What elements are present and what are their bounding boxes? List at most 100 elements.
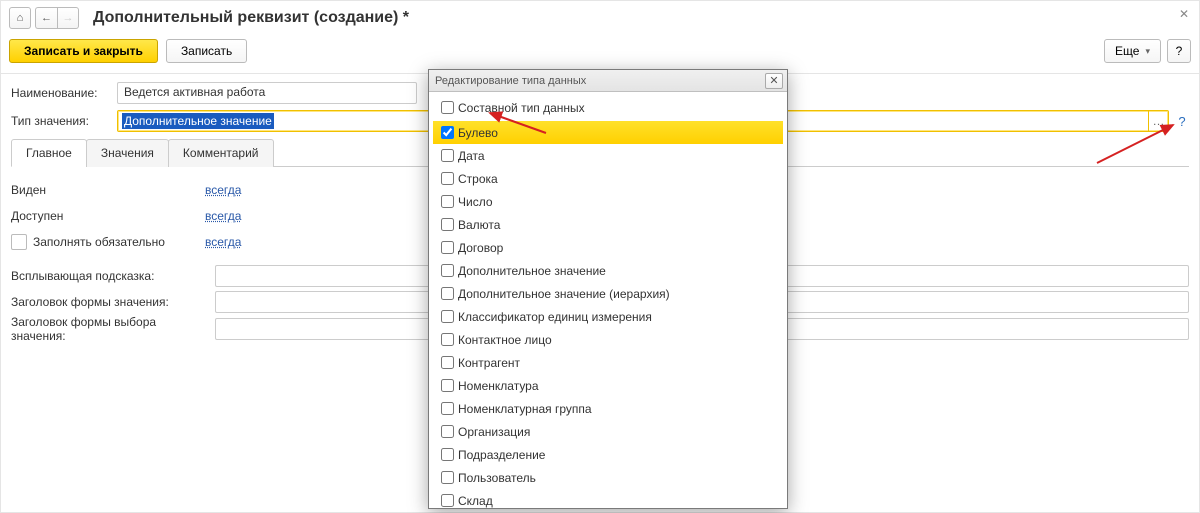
type-item-label: Пользователь [458,471,536,485]
arrow-left-icon: ← [41,12,52,24]
arrow-right-icon: → [63,12,74,24]
type-item-checkbox[interactable] [441,356,454,369]
required-link[interactable]: всегда [205,235,241,249]
type-item-label: Подразделение [458,448,545,462]
type-item[interactable]: Подразделение [433,443,783,466]
required-label: Заполнять обязательно [33,235,165,249]
more-button-label: Еще [1115,44,1139,58]
type-item[interactable]: Договор [433,236,783,259]
toolbar-right: Еще ▾ ? [1104,39,1191,63]
type-item-label: Булево [458,126,498,140]
type-item[interactable]: Организация [433,420,783,443]
type-item[interactable]: Классификатор единиц измерения [433,305,783,328]
type-item-label: Дата [458,149,485,163]
type-item[interactable]: Пользователь [433,466,783,489]
tab-main[interactable]: Главное [11,139,87,167]
available-label: Доступен [11,209,197,223]
tab-values[interactable]: Значения [86,139,169,167]
titlebar: ⌂ ← → Дополнительный реквизит (создание)… [1,1,1199,35]
type-item[interactable]: Контрагент [433,351,783,374]
type-item-checkbox[interactable] [441,264,454,277]
type-item[interactable]: Номенклатура [433,374,783,397]
nav-pair: ← → [35,7,79,29]
type-item[interactable]: Валюта [433,213,783,236]
home-button[interactable]: ⌂ [9,7,31,29]
name-label: Наименование: [11,86,111,100]
type-label: Тип значения: [11,114,111,128]
type-item[interactable]: Склад [433,489,783,508]
type-item-checkbox[interactable] [441,494,454,507]
type-item-checkbox[interactable] [441,379,454,392]
type-item-checkbox[interactable] [441,471,454,484]
visible-link[interactable]: всегда [205,183,241,197]
nav-buttons: ⌂ ← → [9,7,79,29]
type-item-label: Дополнительное значение (иерархия) [458,287,670,301]
type-item-label: Число [458,195,493,209]
composite-label: Составной тип данных [458,101,585,115]
name-input[interactable]: Ведется активная работа [117,82,417,104]
type-item-label: Организация [458,425,530,439]
required-group: Заполнять обязательно [11,234,197,250]
type-item[interactable]: Дополнительное значение (иерархия) [433,282,783,305]
window-close-button[interactable]: ✕ [1179,7,1189,21]
type-item-checkbox[interactable] [441,310,454,323]
home-icon: ⌂ [17,12,24,24]
type-item-label: Дополнительное значение [458,264,606,278]
type-help-button[interactable]: ? [1175,114,1189,129]
type-input-value: Дополнительное значение [122,113,274,129]
type-item-checkbox[interactable] [441,448,454,461]
type-item[interactable]: Дата [433,144,783,167]
type-item-checkbox[interactable] [441,402,454,415]
type-item-label: Классификатор единиц измерения [458,310,652,324]
type-item[interactable]: Контактное лицо [433,328,783,351]
dialog-body: Составной тип данных Булево Дата Строка Чис… [429,92,787,508]
chevron-down-icon: ▾ [1145,46,1150,57]
ellipsis-icon: … [1153,114,1165,128]
window-title: Дополнительный реквизит (создание) * [93,9,409,27]
type-item-label: Строка [458,172,498,186]
type-item[interactable]: Дополнительное значение [433,259,783,282]
toolbar-left: Записать и закрыть Записать [9,39,247,63]
forward-button[interactable]: → [57,7,79,29]
close-icon: ✕ [1179,7,1189,21]
type-item-label: Номенклатура [458,379,539,393]
help-button[interactable]: ? [1167,39,1191,63]
save-button[interactable]: Записать [166,39,247,63]
type-item-checkbox[interactable] [441,425,454,438]
form-title-label: Заголовок формы значения: [11,295,207,309]
type-item[interactable]: Номенклатурная группа [433,397,783,420]
visible-label: Виден [11,183,197,197]
type-item-label: Валюта [458,218,500,232]
tab-comment[interactable]: Комментарий [168,139,274,167]
tooltip-label: Всплывающая подсказка: [11,269,207,283]
type-item-checkbox[interactable] [441,333,454,346]
type-item-label: Контрагент [458,356,520,370]
more-button[interactable]: Еще ▾ [1104,39,1161,63]
type-item-checkbox[interactable] [441,241,454,254]
dialog-title-text: Редактирование типа данных [435,75,586,87]
name-input-value: Ведется активная работа [124,85,265,99]
back-button[interactable]: ← [35,7,57,29]
type-item[interactable]: Число [433,190,783,213]
dialog-close-button[interactable]: ✕ [765,73,783,89]
save-and-close-button[interactable]: Записать и закрыть [9,39,158,63]
type-item[interactable]: Булево [433,121,783,144]
composite-checkbox[interactable] [441,101,454,114]
type-item-checkbox[interactable] [441,149,454,162]
type-item-checkbox[interactable] [441,172,454,185]
type-item-checkbox[interactable] [441,195,454,208]
type-choose-button[interactable]: … [1148,110,1168,132]
type-item-label: Договор [458,241,503,255]
type-item-label: Контактное лицо [458,333,552,347]
type-item-checkbox[interactable] [441,287,454,300]
close-icon: ✕ [769,74,778,87]
type-item-checkbox[interactable] [441,218,454,231]
type-item[interactable]: Строка [433,167,783,190]
type-item-checkbox[interactable] [441,126,454,139]
type-item-label: Номенклатурная группа [458,402,592,416]
dialog-titlebar: Редактирование типа данных ✕ [429,70,787,92]
type-list: Булево Дата Строка Число Валюта Договор Дополн… [433,121,783,508]
available-link[interactable]: всегда [205,209,241,223]
required-checkbox[interactable] [11,234,27,250]
composite-type-row: Составной тип данных [433,96,783,121]
